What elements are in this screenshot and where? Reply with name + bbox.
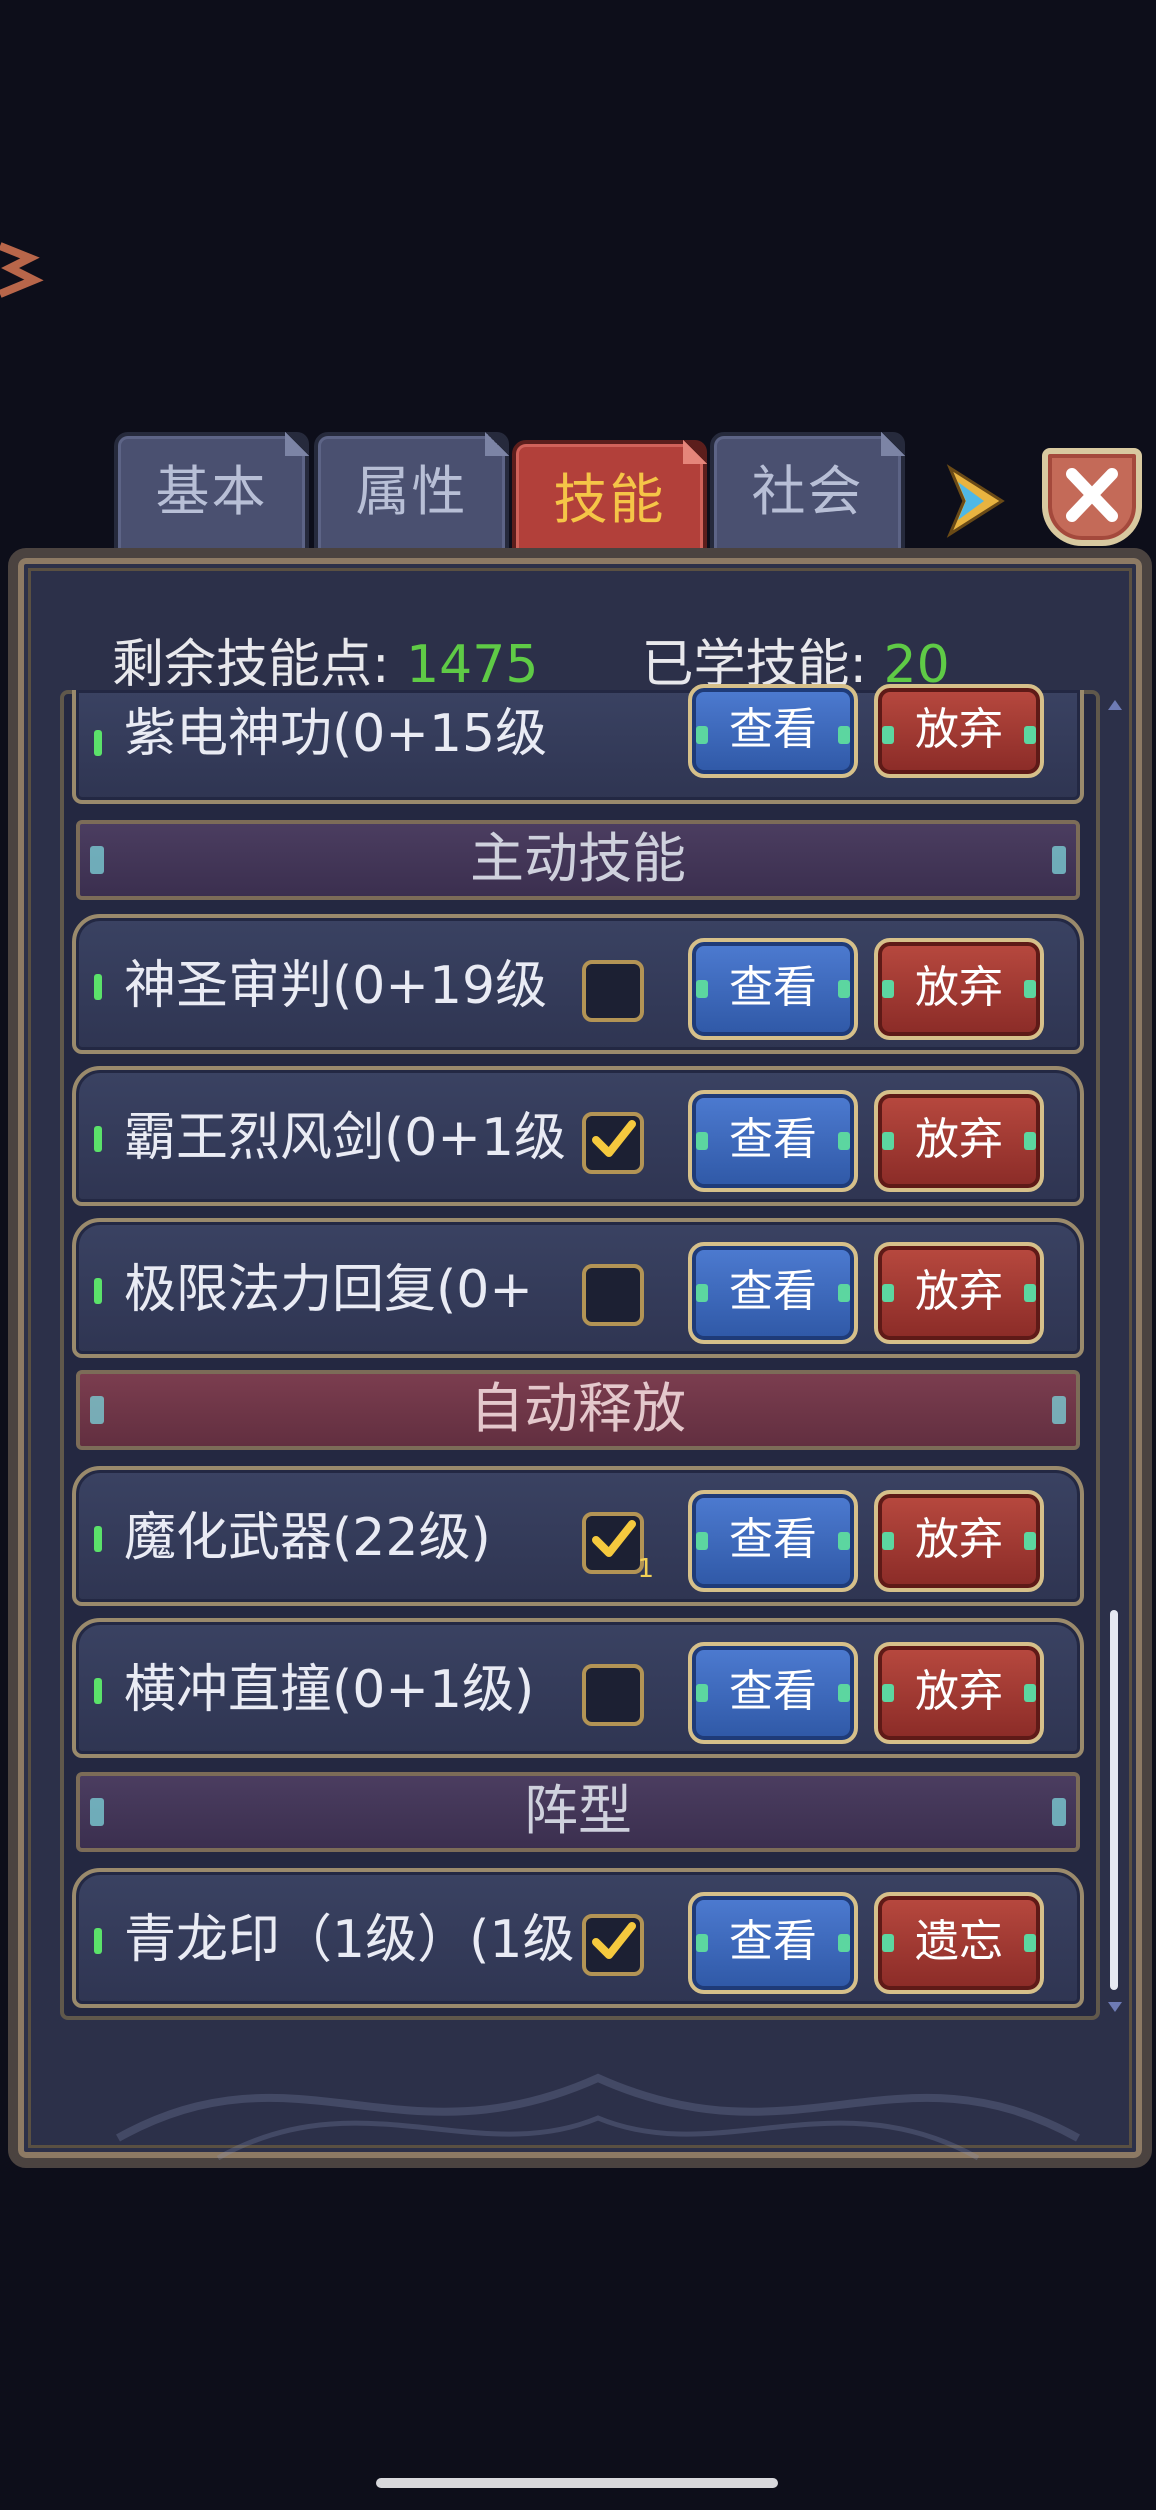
auto-cast-checkbox[interactable] — [582, 1112, 644, 1174]
bullet-icon — [94, 1928, 102, 1954]
checkmark-icon — [592, 1922, 636, 1959]
skill-row: 霸王烈风剑(0+1级 查看 放弃 — [72, 1066, 1084, 1206]
remaining-points-value: 1475 — [406, 635, 539, 695]
checkmark-icon — [592, 1520, 636, 1557]
gem-icon — [1052, 1798, 1066, 1826]
view-button[interactable]: 查看 — [688, 1490, 858, 1592]
scroll-up-icon[interactable] — [1108, 700, 1122, 710]
auto-cast-checkbox[interactable]: 1 — [582, 1512, 654, 1584]
skill-name: 霸王烈风剑(0+1级 — [124, 1108, 567, 1168]
bullet-icon — [94, 730, 102, 756]
skill-name: 紫电神功(0+15级 — [124, 704, 548, 764]
abandon-button[interactable]: 放弃 — [874, 1090, 1044, 1192]
close-button[interactable] — [1042, 448, 1142, 546]
corner-ornament-icon — [0, 242, 44, 298]
bullet-icon — [94, 974, 102, 1000]
skill-row: 青龙印（1级）(1级 查看 遗忘 — [72, 1868, 1084, 2008]
gem-icon — [90, 1798, 104, 1826]
skill-row: 极限法力回复(0+ 查看 放弃 — [72, 1218, 1084, 1358]
gem-icon — [90, 846, 104, 874]
tab-attributes[interactable]: 属性 — [314, 432, 509, 556]
section-header-active: 主动技能 — [76, 820, 1080, 900]
gem-icon — [1052, 846, 1066, 874]
section-title: 主动技能 — [470, 827, 686, 890]
abandon-button[interactable]: 放弃 — [874, 1490, 1044, 1592]
panel-ornament-icon — [116, 2073, 1080, 2161]
bullet-icon — [94, 1126, 102, 1152]
forget-button[interactable]: 遗忘 — [874, 1892, 1044, 1994]
section-title: 阵型 — [524, 1779, 632, 1842]
home-indicator[interactable] — [376, 2478, 778, 2488]
scroll-down-icon[interactable] — [1108, 2002, 1122, 2012]
bullet-icon — [94, 1278, 102, 1304]
skill-name: 神圣审判(0+19级 — [124, 956, 548, 1016]
auto-cast-checkbox[interactable] — [582, 960, 644, 1022]
close-icon — [1066, 468, 1118, 522]
view-button[interactable]: 查看 — [688, 684, 858, 778]
skill-row: 紫电神功(0+15级 查看 放弃 — [72, 684, 1084, 804]
abandon-button[interactable]: 放弃 — [874, 938, 1044, 1040]
gem-icon — [90, 1396, 104, 1424]
priority-badge: 1 — [637, 1554, 654, 1584]
skill-name: 极限法力回复(0+ — [124, 1260, 533, 1320]
abandon-button[interactable]: 放弃 — [874, 684, 1044, 778]
auto-cast-checkbox[interactable] — [582, 1914, 644, 1976]
abandon-button[interactable]: 放弃 — [874, 1242, 1044, 1344]
scroll-thumb[interactable] — [1110, 1610, 1118, 1990]
section-header-formation: 阵型 — [76, 1772, 1080, 1852]
remaining-points-label: 剩余技能点: — [112, 635, 390, 695]
auto-cast-checkbox[interactable] — [582, 1664, 644, 1726]
checkmark-icon — [592, 1120, 636, 1157]
auto-cast-checkbox[interactable] — [582, 1264, 644, 1326]
tab-basic[interactable]: 基本 — [114, 432, 309, 556]
gem-icon — [1052, 1396, 1066, 1424]
view-button[interactable]: 查看 — [688, 1892, 858, 1994]
skill-name: 横冲直撞(0+1级) — [124, 1660, 535, 1720]
skill-row: 魔化武器(22级) 1 查看 放弃 — [72, 1466, 1084, 1606]
bullet-icon — [94, 1678, 102, 1704]
skill-name: 魔化武器(22级) — [124, 1508, 491, 1568]
section-header-auto: 自动释放 — [76, 1370, 1080, 1450]
view-button[interactable]: 查看 — [688, 938, 858, 1040]
view-button[interactable]: 查看 — [688, 1242, 858, 1344]
tab-social[interactable]: 社会 — [710, 432, 905, 556]
view-button[interactable]: 查看 — [688, 1090, 858, 1192]
skill-row: 横冲直撞(0+1级) 查看 放弃 — [72, 1618, 1084, 1758]
section-title: 自动释放 — [470, 1377, 686, 1440]
bullet-icon — [94, 1526, 102, 1552]
view-button[interactable]: 查看 — [688, 1642, 858, 1744]
next-arrow-icon[interactable] — [944, 462, 1008, 540]
abandon-button[interactable]: 放弃 — [874, 1642, 1044, 1744]
skill-row: 神圣审判(0+19级 查看 放弃 — [72, 914, 1084, 1054]
skill-name: 青龙印（1级）(1级 — [124, 1910, 575, 1970]
